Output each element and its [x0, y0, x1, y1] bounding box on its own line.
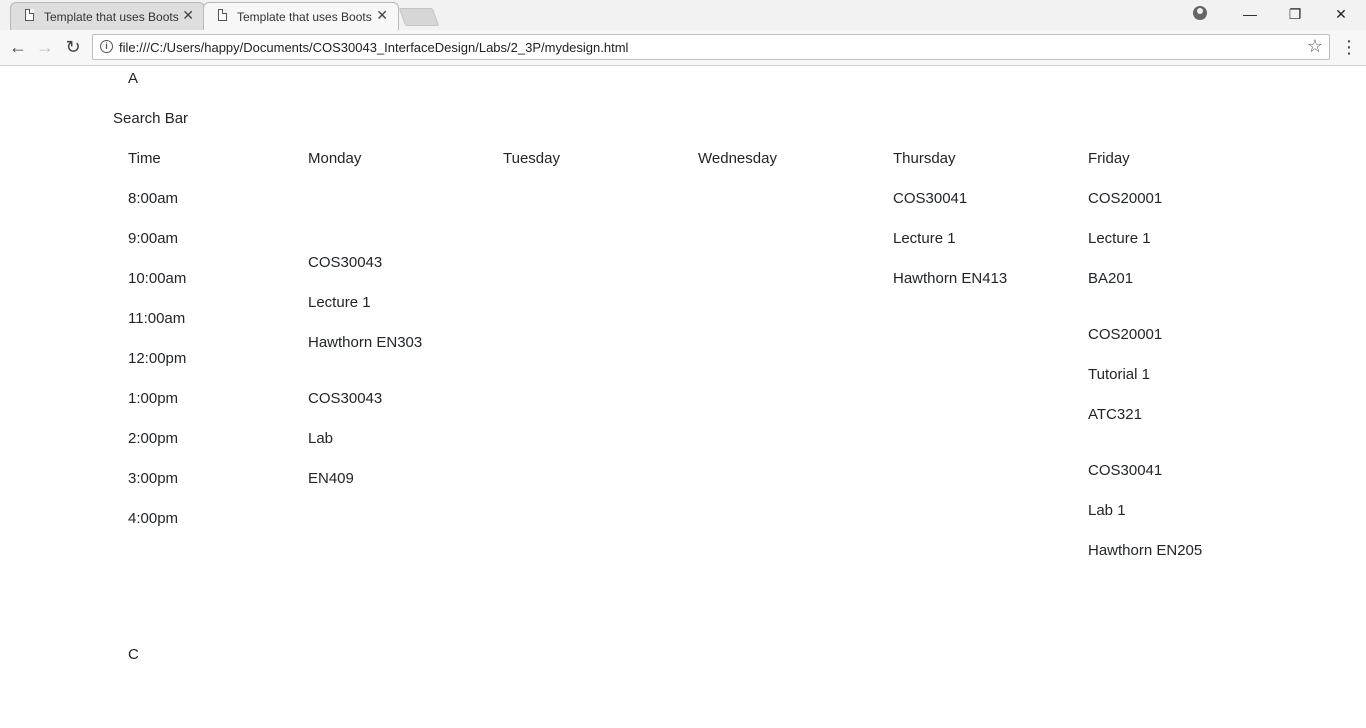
search-bar-placeholder: Search Bar	[113, 110, 189, 127]
time-slot: 2:00pm	[128, 430, 179, 447]
class-room: Hawthorn EN205	[1088, 542, 1203, 559]
menu-icon[interactable]: ⋮	[1340, 36, 1358, 60]
tuesday-column-header: Tuesday	[503, 150, 560, 167]
close-window-button[interactable]: ✕	[1318, 0, 1364, 30]
time-slot: 10:00am	[128, 270, 187, 287]
wednesday-column-header: Wednesday	[698, 150, 777, 167]
time-slot: 8:00am	[128, 190, 179, 207]
url-text[interactable]: file:///C:/Users/happy/Documents/COS3004…	[119, 40, 628, 55]
class-code: COS30043	[308, 254, 383, 271]
address-bar[interactable]: i file:///C:/Users/happy/Documents/COS30…	[92, 34, 1330, 60]
class-type: Lecture 1	[1088, 230, 1151, 247]
minimize-button[interactable]: —	[1227, 0, 1273, 30]
class-code: COS30041	[893, 190, 968, 207]
class-room: ATC321	[1088, 406, 1142, 423]
time-slot: 12:00pm	[128, 350, 187, 367]
class-type: Lab	[308, 430, 334, 447]
browser-tab[interactable]: Template that uses Boots ✕	[10, 2, 205, 30]
browser-toolbar: ← → ↻ i file:///C:/Users/happy/Documents…	[0, 30, 1366, 66]
class-type: Lab 1	[1088, 502, 1126, 519]
tab-title: Template that uses Boots	[44, 10, 179, 24]
time-slot: 3:00pm	[128, 470, 179, 487]
class-code: COS20001	[1088, 326, 1163, 343]
class-type: Lecture 1	[893, 230, 956, 247]
reload-icon[interactable]: ↻	[61, 36, 85, 60]
tab-bar: Template that uses Boots ✕ Template that…	[0, 0, 1366, 30]
restore-button[interactable]: ❐	[1272, 0, 1318, 30]
class-room: Hawthorn EN413	[893, 270, 1008, 287]
footer-placeholder: C	[128, 646, 139, 663]
class-type: Tutorial 1	[1088, 366, 1150, 383]
tab-title: Template that uses Boots	[237, 10, 372, 24]
time-slot: 4:00pm	[128, 510, 179, 527]
time-column-header: Time	[128, 150, 161, 167]
class-type: Lecture 1	[308, 294, 371, 311]
class-code: COS30041	[1088, 462, 1163, 479]
time-slot: 11:00am	[128, 310, 186, 327]
document-icon	[218, 9, 227, 21]
class-room: BA201	[1088, 270, 1134, 287]
close-tab-icon[interactable]: ✕	[376, 7, 388, 24]
page-content: A Search Bar Time Monday Tuesday Wednesd…	[0, 66, 1366, 728]
class-code: COS20001	[1088, 190, 1163, 207]
class-room: EN409	[308, 470, 354, 487]
class-code: COS30043	[308, 390, 383, 407]
forward-arrow-icon[interactable]: →	[33, 36, 57, 60]
back-arrow-icon[interactable]: ←	[6, 36, 30, 60]
bookmark-star-icon[interactable]: ☆	[1307, 36, 1323, 57]
monday-column-header: Monday	[308, 150, 362, 167]
document-icon	[25, 9, 34, 21]
thursday-column-header: Thursday	[893, 150, 956, 167]
friday-column-header: Friday	[1088, 150, 1130, 167]
time-slot: 9:00am	[128, 230, 179, 247]
account-icon[interactable]	[1193, 6, 1207, 20]
info-icon[interactable]: i	[100, 40, 113, 53]
class-room: Hawthorn EN303	[308, 334, 423, 351]
close-tab-icon[interactable]: ✕	[182, 7, 194, 24]
time-slot: 1:00pm	[128, 390, 179, 407]
header-placeholder: A	[128, 70, 139, 87]
browser-tab-active[interactable]: Template that uses Boots ✕	[203, 2, 399, 30]
new-tab-button[interactable]	[398, 8, 440, 26]
